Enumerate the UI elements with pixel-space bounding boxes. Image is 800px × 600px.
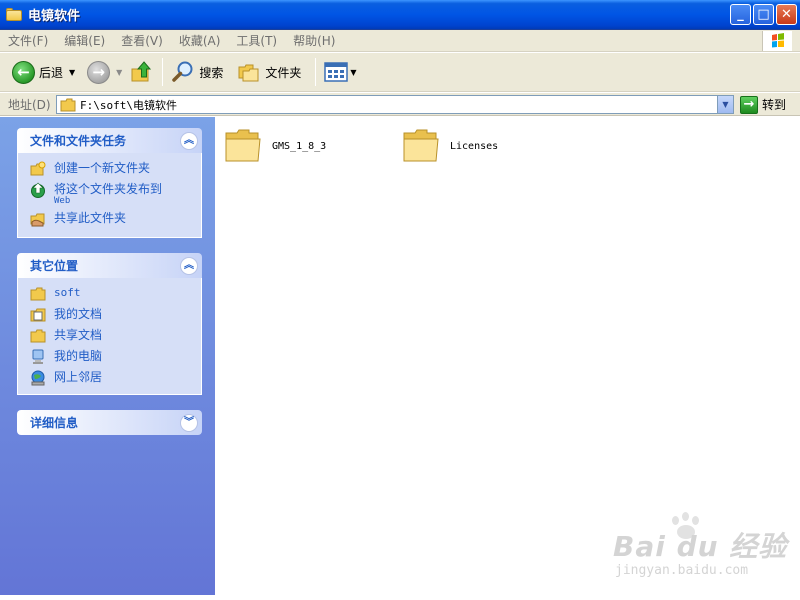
place-label: 我的电脑 [54, 349, 103, 363]
search-label: 搜索 [199, 65, 224, 80]
watermark-main: Bai du 经验 [613, 530, 788, 563]
back-dropdown-icon[interactable]: ▼ [69, 68, 75, 77]
go-button[interactable]: → 转到 [740, 95, 786, 114]
folder-icon [6, 8, 22, 21]
address-dropdown-button[interactable]: ▼ [717, 96, 733, 113]
back-arrow-icon: ← [12, 60, 35, 84]
search-button[interactable]: 搜索 [167, 56, 227, 88]
place-label: 网上邻居 [54, 370, 103, 384]
back-button[interactable]: ← 后退 ▼ [8, 56, 79, 88]
address-path: F:\soft\电镜软件 [80, 98, 177, 112]
title-bar[interactable]: 电镜软件 _ □ ✕ [0, 0, 800, 30]
folders-button[interactable]: 文件夹 [233, 56, 305, 88]
task-label: 共享此文件夹 [54, 211, 127, 225]
collapse-icon[interactable]: ︽ [180, 256, 198, 275]
folder-item-licenses[interactable]: Licenses [402, 127, 498, 165]
place-shared-documents[interactable]: 共享文档 [30, 328, 195, 344]
minimize-icon: _ [737, 7, 744, 22]
go-label: 转到 [762, 98, 787, 112]
forward-dropdown-icon[interactable]: ▼ [116, 68, 122, 77]
maximize-icon: □ [757, 7, 770, 22]
share-folder-icon [30, 213, 45, 227]
views-icon [324, 62, 349, 82]
address-label: 地址(D) [8, 97, 51, 112]
details-header[interactable]: 详细信息 ︾ [17, 410, 202, 435]
menu-edit[interactable]: 编辑(E) [56, 32, 113, 49]
watermark-sub: jingyan.baidu.com [615, 563, 749, 578]
menu-favorites[interactable]: 收藏(A) [171, 32, 229, 49]
task-publish-web[interactable]: 将这个文件夹发布到 Web [30, 182, 195, 206]
minimize-button[interactable]: _ [730, 4, 751, 25]
place-label: soft [54, 286, 81, 299]
menu-tools[interactable]: 工具(T) [228, 32, 285, 49]
panel-title: 文件和文件夹任务 [30, 134, 127, 148]
forward-button[interactable]: → ▼ [83, 56, 126, 88]
other-places-panel: 其它位置 ︽ soft 我的文档 共享文档 我的电脑 网上邻居 [17, 253, 202, 395]
place-network[interactable]: 网上邻居 [30, 370, 195, 386]
maximize-button[interactable]: □ [753, 4, 774, 25]
up-folder-button[interactable] [126, 56, 158, 88]
menu-help[interactable]: 帮助(H) [285, 32, 343, 49]
toolbar: ← 后退 ▼ → ▼ 搜索 文件夹 ▼ [0, 53, 800, 92]
expand-icon[interactable]: ︾ [180, 413, 198, 432]
back-label: 后退 [39, 65, 64, 80]
folder-icon [30, 287, 46, 301]
toolbar-separator [162, 58, 164, 86]
file-tasks-panel: 文件和文件夹任务 ︽ 创建一个新文件夹 将这个文件夹发布到 Web 共享此文件夹 [17, 128, 202, 238]
window-title: 电镜软件 [28, 9, 81, 24]
panel-title: 其它位置 [30, 259, 79, 273]
forward-arrow-icon: → [87, 60, 111, 84]
menu-bar: 文件(F) 编辑(E) 查看(V) 收藏(A) 工具(T) 帮助(H) [0, 30, 800, 52]
search-icon [172, 61, 193, 82]
network-places-icon [31, 370, 45, 386]
shared-documents-icon [30, 329, 46, 343]
my-computer-icon [32, 349, 44, 364]
folder-icon [60, 98, 76, 111]
file-list: GMS_1_8_3 Licenses [215, 117, 800, 595]
new-folder-icon [30, 161, 46, 176]
go-arrow-icon: → [740, 95, 758, 114]
place-label: 共享文档 [54, 328, 103, 342]
place-label: 我的文档 [54, 307, 103, 321]
place-soft[interactable]: soft [30, 286, 195, 302]
task-label: 将这个文件夹发布到 [54, 182, 163, 196]
close-icon: ✕ [781, 7, 792, 22]
watermark: Bai du 经验 jingyan.baidu.com [613, 525, 787, 578]
folder-icon [225, 129, 261, 162]
folder-name: Licenses [450, 140, 499, 152]
collapse-icon[interactable]: ︽ [180, 131, 198, 150]
task-pane: 文件和文件夹任务 ︽ 创建一个新文件夹 将这个文件夹发布到 Web 共享此文件夹… [0, 117, 215, 595]
folder-name: GMS_1_8_3 [272, 140, 327, 152]
address-input[interactable]: F:\soft\电镜软件 ▼ [56, 95, 734, 114]
views-button[interactable]: ▼ [320, 56, 360, 88]
folder-item-gms[interactable]: GMS_1_8_3 [224, 127, 326, 165]
menu-view[interactable]: 查看(V) [113, 32, 171, 49]
publish-web-icon [31, 182, 45, 198]
task-label: 创建一个新文件夹 [54, 161, 151, 175]
folder-icon [403, 129, 439, 162]
windows-logo-icon [762, 31, 792, 51]
place-my-documents[interactable]: 我的文档 [30, 307, 195, 323]
toolbar-separator [315, 58, 317, 86]
place-my-computer[interactable]: 我的电脑 [30, 349, 195, 365]
up-folder-icon [131, 61, 152, 82]
folders-icon [238, 64, 259, 82]
task-sublabel: Web [54, 196, 71, 206]
folders-label: 文件夹 [265, 65, 302, 80]
address-bar: 地址(D) F:\soft\电镜软件 ▼ → 转到 [0, 93, 800, 116]
details-panel: 详细信息 ︾ [17, 410, 202, 435]
other-places-header[interactable]: 其它位置 ︽ [17, 253, 202, 278]
file-tasks-header[interactable]: 文件和文件夹任务 ︽ [17, 128, 202, 153]
menu-file[interactable]: 文件(F) [0, 32, 56, 49]
my-documents-icon [30, 308, 46, 322]
task-share-folder[interactable]: 共享此文件夹 [30, 211, 195, 227]
task-new-folder[interactable]: 创建一个新文件夹 [30, 161, 195, 177]
close-button[interactable]: ✕ [776, 4, 797, 25]
views-dropdown-icon[interactable]: ▼ [350, 68, 356, 77]
panel-title: 详细信息 [30, 416, 79, 430]
